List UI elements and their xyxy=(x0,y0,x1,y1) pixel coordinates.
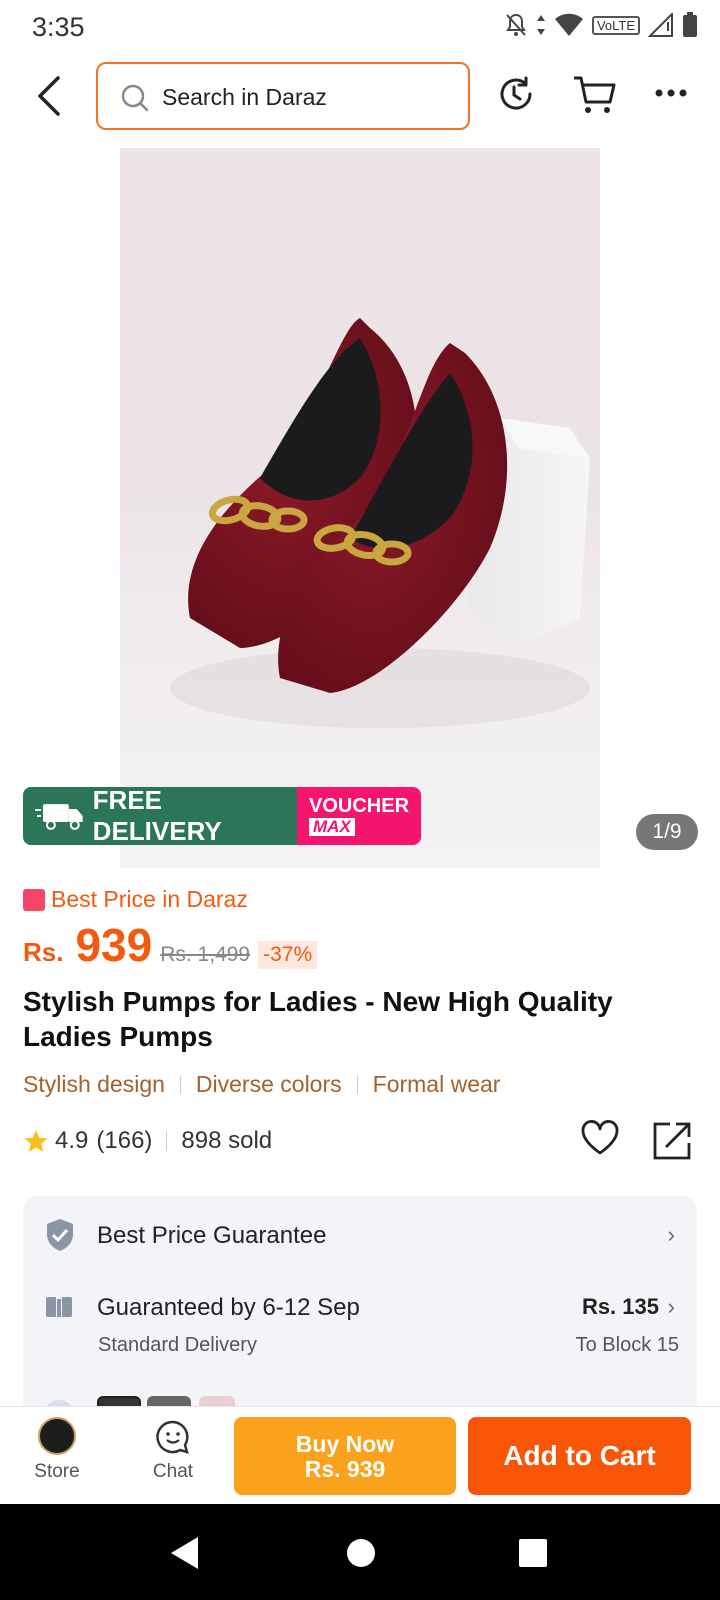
nav-home-icon[interactable] xyxy=(346,1538,376,1568)
status-icons: VoLTE xyxy=(504,12,698,38)
price-tag-icon xyxy=(23,888,45,911)
product-title: Stylish Pumps for Ladies - New High Qual… xyxy=(23,986,613,1052)
delivery-location: To Block 15 xyxy=(575,1334,679,1356)
chat-button[interactable]: Chat xyxy=(148,1417,198,1483)
price-line: Rs. 939 Rs. 1,499 -37% xyxy=(23,918,318,972)
nav-recents-icon[interactable] xyxy=(518,1538,548,1568)
search-icon xyxy=(121,84,149,112)
delivery-fee: Rs. 135 xyxy=(581,1294,659,1319)
guarantee-label: Best Price Guarantee xyxy=(97,1222,327,1249)
service-card: Best Price Guarantee › Guaranteed by 6-1… xyxy=(23,1196,697,1416)
shield-check-icon xyxy=(47,1219,73,1251)
nav-back-icon[interactable] xyxy=(170,1536,200,1570)
divider xyxy=(179,1075,181,1094)
product-photo xyxy=(120,148,600,868)
feature-tags: Stylish design Diverse colors Formal wea… xyxy=(23,1071,500,1098)
voucher-max-badge: VOUCHER MAX xyxy=(297,787,421,845)
chevron-right-icon: › xyxy=(667,1294,675,1319)
original-price: Rs. 1,499 xyxy=(160,943,251,966)
chat-icon xyxy=(156,1420,189,1454)
search-placeholder: Search in Daraz xyxy=(162,84,327,110)
buy-now-price: Rs. 939 xyxy=(304,1456,386,1482)
buy-now-label: Buy Now xyxy=(295,1431,395,1457)
add-to-cart-button[interactable]: Add to Cart xyxy=(468,1417,691,1495)
shoe-illustration xyxy=(170,318,590,728)
delivery-row[interactable]: Guaranteed by 6-12 Sep Standard Delivery… xyxy=(23,1272,697,1362)
status-time: 3:35 xyxy=(32,12,85,42)
search-bar[interactable]: Search in Daraz xyxy=(96,62,470,130)
heart-icon[interactable] xyxy=(580,1120,620,1156)
delivery-truck-icon xyxy=(35,804,83,830)
rating-row[interactable]: 4.9 (166) 898 sold xyxy=(23,1127,272,1155)
top-bar: Search in Daraz xyxy=(0,60,720,132)
divider xyxy=(166,1131,168,1151)
history-icon[interactable] xyxy=(496,74,536,114)
store-logo xyxy=(38,1417,76,1455)
feature-tag: Stylish design xyxy=(23,1071,165,1097)
store-button[interactable]: Store xyxy=(32,1417,82,1483)
chevron-right-icon: › xyxy=(667,1222,675,1247)
best-price-text: Best Price in Daraz xyxy=(51,886,248,912)
divider xyxy=(356,1075,358,1094)
feature-tag: Formal wear xyxy=(372,1071,501,1097)
delivery-guarantee-text: Guaranteed by 6-12 Sep xyxy=(97,1294,360,1321)
current-price: 939 xyxy=(75,919,153,971)
battery-icon xyxy=(683,12,697,37)
bell-off-icon xyxy=(506,13,526,36)
star-icon xyxy=(24,1130,48,1152)
share-icon[interactable] xyxy=(652,1121,692,1161)
price-currency: Rs. xyxy=(23,937,64,967)
package-icon xyxy=(46,1291,72,1317)
status-bar: 3:35 VoLTE xyxy=(0,0,720,54)
data-arrows-icon xyxy=(536,15,545,35)
chat-label: Chat xyxy=(152,1461,194,1482)
review-count: (166) xyxy=(96,1127,153,1154)
volte-badge: VoLTE xyxy=(591,15,640,35)
image-counter: 1/9 xyxy=(636,814,698,850)
bottom-action-bar: Store Chat Buy Now Rs. 939 Add to Cart xyxy=(0,1406,720,1504)
rating-value: 4.9 xyxy=(55,1127,89,1154)
signal-icon xyxy=(648,13,673,37)
feature-tag: Diverse colors xyxy=(195,1071,342,1097)
discount-badge: -37% xyxy=(258,941,318,969)
promo-banner[interactable]: FREE DELIVERY VOUCHER MAX xyxy=(23,787,421,845)
store-label: Store xyxy=(34,1461,80,1482)
max-text: MAX xyxy=(309,818,355,836)
buy-now-button[interactable]: Buy Now Rs. 939 xyxy=(234,1417,456,1495)
delivery-type: Standard Delivery xyxy=(98,1334,257,1356)
best-price-guarantee-row[interactable]: Best Price Guarantee › xyxy=(23,1196,697,1266)
wifi-icon xyxy=(554,13,583,36)
free-delivery-badge: FREE DELIVERY xyxy=(23,787,297,845)
product-image-gallery[interactable] xyxy=(0,148,720,868)
sold-count: 898 sold xyxy=(181,1127,273,1154)
free-delivery-text: FREE DELIVERY xyxy=(92,787,222,845)
more-options-icon[interactable] xyxy=(654,88,688,98)
voucher-text: VOUCHER xyxy=(309,795,410,817)
best-price-label: Best Price in Daraz xyxy=(23,886,248,913)
system-navigation-bar xyxy=(0,1504,720,1600)
back-arrow-icon[interactable] xyxy=(30,74,70,118)
cart-icon[interactable] xyxy=(572,74,616,116)
